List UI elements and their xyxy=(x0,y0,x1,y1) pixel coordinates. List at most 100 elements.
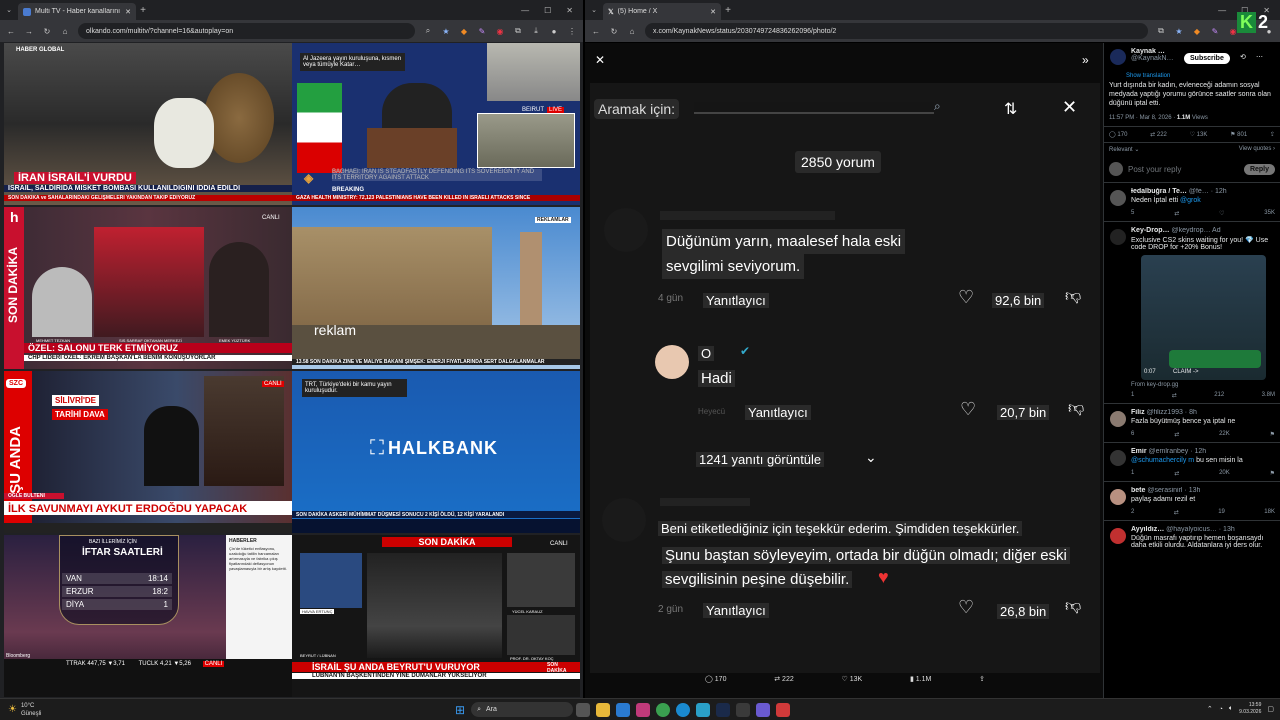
file-explorer-icon[interactable] xyxy=(596,702,611,717)
menu-icon[interactable]: ⋮ xyxy=(567,27,577,36)
bookmark-icon[interactable]: ⚑ xyxy=(1270,470,1275,477)
zoom-icon[interactable]: ⌕ xyxy=(423,26,433,36)
relevant-dropdown[interactable]: Relevant ⌄ xyxy=(1109,146,1139,153)
repost-icon[interactable]: ⇄ xyxy=(1174,210,1179,217)
author-avatar[interactable] xyxy=(1110,49,1126,65)
tab-x-home[interactable]: 𝕏 (5) Home / X ✕ xyxy=(603,3,721,20)
extension-icon-2[interactable]: ✎ xyxy=(477,27,487,36)
reply-views[interactable]: 18K xyxy=(1264,509,1275,516)
close-tab-icon[interactable]: ✕ xyxy=(125,8,131,16)
reply-replies[interactable]: 1 xyxy=(1131,470,1134,477)
close-viewer-icon[interactable]: ✕ xyxy=(595,53,605,67)
repost-icon[interactable]: ⇄ xyxy=(1174,431,1179,438)
tab-list-button[interactable]: ⌄ xyxy=(0,6,18,14)
home-icon[interactable]: ⌂ xyxy=(60,27,70,36)
tile-tv100[interactable]: SON DAKİKA CANLI HAVVA ERTUNÇ YÜCEL KARA… xyxy=(292,535,580,697)
minimize-icon[interactable]: — xyxy=(521,6,529,15)
grok-icon[interactable]: ⟲ xyxy=(1240,53,1246,61)
windows-start-icon[interactable]: ⊞ xyxy=(455,703,465,717)
tray-chevron-icon[interactable]: ⌃ xyxy=(1207,705,1213,713)
task-view-icon[interactable] xyxy=(576,702,591,717)
reply-likes[interactable]: 19 xyxy=(1218,509,1225,516)
reply-views[interactable]: 35K xyxy=(1264,210,1275,217)
extension-icon-3[interactable]: ◉ xyxy=(495,27,505,36)
new-tab-button[interactable]: + xyxy=(136,5,150,16)
repost-count[interactable]: ⇄ 222 xyxy=(774,675,794,683)
tab-list-button[interactable]: ⌄ xyxy=(585,6,603,14)
tile-bloomberg[interactable]: BAZI İLLERİMİZ İÇİN İFTAR SAATLERİ VAN 18… xyxy=(4,535,292,697)
back-icon[interactable]: ← xyxy=(591,27,601,36)
reply-item[interactable]: bete @serasinirl · 13h paylaş adamı rezi… xyxy=(1104,482,1280,521)
weather-widget[interactable]: 10°C Güneşli xyxy=(21,702,41,718)
app-icon-4[interactable] xyxy=(736,702,751,717)
app-icon-5[interactable] xyxy=(756,702,771,717)
tile-haberturk[interactable]: h SON DAKİKA CANLI MEHMET TEZKAN SIS SAR… xyxy=(4,207,292,369)
reposts-stat[interactable]: ⇄ 222 xyxy=(1150,131,1167,138)
reply-replies[interactable]: 6 xyxy=(1131,431,1134,438)
url-field[interactable]: x.com/KaynakNews/status/2030749724836262… xyxy=(645,23,1148,39)
view-count[interactable]: ▮ 1.1M xyxy=(910,675,931,683)
star-icon[interactable]: ★ xyxy=(1174,27,1184,36)
extension-icon-2[interactable]: ◆ xyxy=(1192,27,1202,36)
minimize-icon[interactable]: — xyxy=(1218,6,1226,15)
tile-trt-halkbank[interactable]: TRT, Türkiye'deki bir kamu yayın kuruluş… xyxy=(292,371,580,533)
tile-haber-global[interactable]: HABER GLOBAL İRAN İSRAİL'İ VURDU İSRAİL,… xyxy=(4,43,292,205)
ad-video[interactable]: CLAIM -> 0:07 xyxy=(1141,255,1266,380)
mention-link[interactable]: @schumachercily m xyxy=(1131,457,1194,464)
reply-item[interactable]: Filiz @filizz1993 · 8h Fazla büyütmüş be… xyxy=(1104,404,1280,443)
app-icon-2[interactable] xyxy=(636,702,651,717)
download-icon[interactable]: ⤓ xyxy=(531,26,541,36)
bookmark-icon[interactable]: ⚑ xyxy=(1270,431,1275,438)
reply-item-ad[interactable]: Key-Drop… @keydrop… Ad Exclusive CS2 ski… xyxy=(1104,222,1280,404)
profile-icon[interactable]: ● xyxy=(549,27,559,36)
reply-replies[interactable]: 1 xyxy=(1131,392,1134,399)
tile-sozcu[interactable]: SZC ŞU ANDA SİLİVRİ'DE TARİHİ DAVA CANLI… xyxy=(4,371,292,533)
edge-icon[interactable] xyxy=(676,702,691,717)
extension-icon[interactable]: ⧉ xyxy=(1156,26,1166,36)
extension-icon[interactable]: ◆ xyxy=(459,27,469,36)
reply-replies[interactable]: 2 xyxy=(1131,509,1134,516)
app-icon-1[interactable] xyxy=(616,702,631,717)
notification-icon[interactable]: ▢ xyxy=(1267,705,1274,713)
reply-likes[interactable]: 22K xyxy=(1219,431,1230,438)
more-icon[interactable]: ⋯ xyxy=(1256,53,1263,61)
maximize-icon[interactable]: ☐ xyxy=(544,6,551,15)
replies-stat[interactable]: ◯ 170 xyxy=(1109,131,1127,138)
clock[interactable]: 13:59 9.03.2026 xyxy=(1239,702,1261,716)
tile-cathedral[interactable]: REKLAMLAR reklam 13.58 SON DAKİKA ZİNE V… xyxy=(292,207,580,369)
likes-stat[interactable]: ♡ 13K xyxy=(1190,131,1208,138)
star-icon[interactable]: ★ xyxy=(441,27,451,36)
tile-al-jazeera[interactable]: Al Jazeera yayın kuruluşuna, kısmen veya… xyxy=(292,43,580,205)
reply-views[interactable]: 3.8M xyxy=(1262,392,1275,399)
collapse-sidebar-icon[interactable]: » xyxy=(1082,53,1089,67)
like-count[interactable]: ♡ 13K xyxy=(842,675,863,683)
wifi-icon[interactable]: ◔ xyxy=(1219,706,1223,713)
mention-link[interactable]: @grok xyxy=(1180,197,1201,204)
taskbar-search[interactable]: ⌕ Ara xyxy=(471,702,574,717)
bookmarks-stat[interactable]: ⚑ 801 xyxy=(1230,131,1247,138)
reply-likes[interactable]: 212 xyxy=(1214,392,1224,399)
home-icon[interactable]: ⌂ xyxy=(627,27,637,36)
chrome-icon[interactable] xyxy=(656,702,671,717)
url-field[interactable]: olkando.com/multitv/?channel=16&autoplay… xyxy=(78,23,415,39)
close-window-icon[interactable]: ✕ xyxy=(566,6,573,15)
tab-multitv[interactable]: Multi TV - Haber kanallarını ay… ✕ xyxy=(18,3,136,20)
share-icon[interactable]: ⇪ xyxy=(979,675,985,683)
weather-icon[interactable]: ☀ xyxy=(8,704,17,715)
volume-icon[interactable]: 🔈︎ xyxy=(1229,705,1233,713)
extension-icon-3[interactable]: ✎ xyxy=(1210,27,1220,36)
close-tab-icon[interactable]: ✕ xyxy=(710,8,716,16)
reply-input[interactable]: Post your reply xyxy=(1128,165,1239,174)
steam-icon[interactable] xyxy=(716,702,731,717)
repost-icon[interactable]: ⇄ xyxy=(1172,392,1177,399)
puzzle-icon[interactable]: ⧉ xyxy=(513,26,523,36)
forward-icon[interactable]: → xyxy=(24,27,34,36)
share-icon[interactable]: ⇪ xyxy=(1270,131,1275,138)
app-icon-3[interactable] xyxy=(696,702,711,717)
reload-icon[interactable]: ↻ xyxy=(42,27,52,36)
reply-button[interactable]: Reply xyxy=(1243,163,1275,175)
reply-likes[interactable]: 20K xyxy=(1219,470,1230,477)
heart-icon[interactable]: ♡ xyxy=(1219,210,1224,217)
new-tab-button[interactable]: + xyxy=(721,5,735,16)
reply-count[interactable]: ◯ 170 xyxy=(705,675,726,683)
